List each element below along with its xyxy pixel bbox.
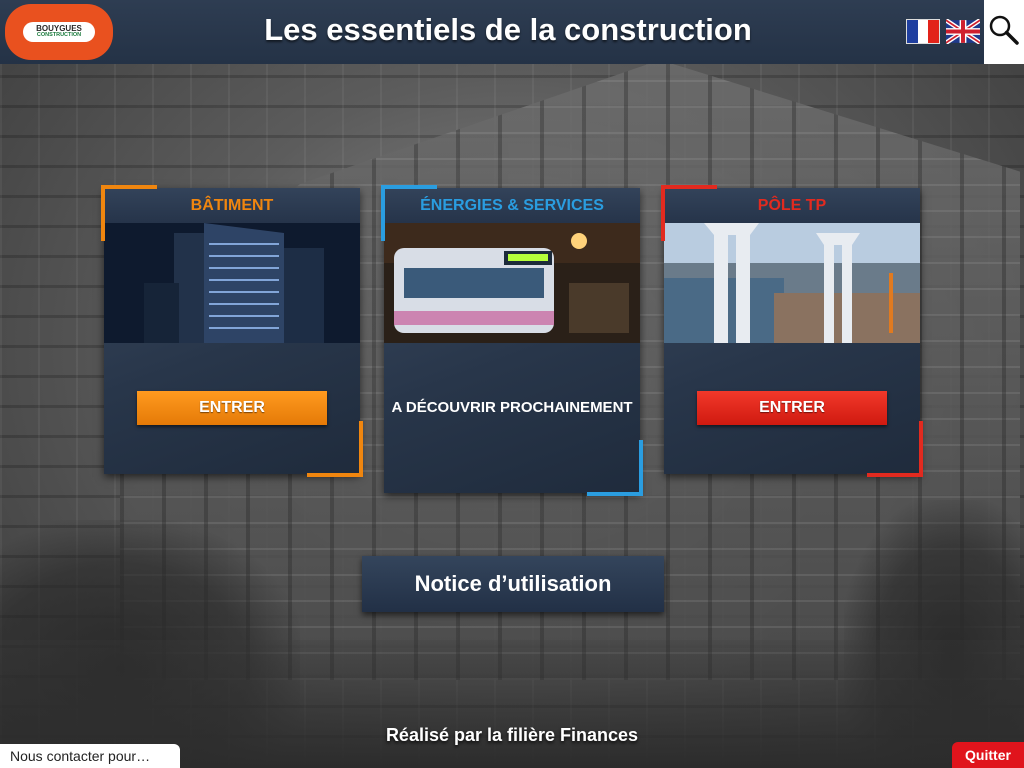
credit-text: Réalisé par la filière Finances <box>385 725 639 745</box>
contact-button[interactable]: Nous contacter pour… <box>0 744 180 768</box>
card-corner-accent <box>587 440 643 496</box>
card-energies-services: ÉNERGIES & SERVICES A DÉCOUVRIR PROCHAIN… <box>381 185 643 496</box>
card-corner-accent <box>381 185 437 241</box>
card-pole-tp: PÔLE TP ENTRER <box>661 185 923 477</box>
card-batiment: BÂTIMENT ENTRER <box>101 185 363 477</box>
flag-fr-icon[interactable] <box>906 19 940 44</box>
card-corner-accent <box>867 421 923 477</box>
quit-button[interactable]: Quitter <box>952 742 1024 768</box>
search-icon <box>989 15 1019 45</box>
coming-soon-text: A DÉCOUVRIR PROCHAINEMENT <box>391 399 633 416</box>
page-title: Les essentiels de la construction <box>264 12 752 47</box>
card-corner-accent <box>101 185 157 241</box>
card-corner-accent <box>307 421 363 477</box>
bridge-pylons-photo <box>664 223 920 343</box>
header-bar: BOUYGUES CONSTRUCTION Les essentiels de … <box>0 0 1024 64</box>
tram-night-photo <box>384 223 640 343</box>
office-tower-night-photo <box>104 223 360 343</box>
flag-uk-icon[interactable] <box>946 19 980 44</box>
card-corner-accent <box>661 185 717 241</box>
pole-tp-enter-button[interactable]: ENTRER <box>697 391 887 425</box>
search-button[interactable] <box>984 0 1024 64</box>
batiment-enter-button[interactable]: ENTRER <box>137 391 327 425</box>
notice-button[interactable]: Notice d’utilisation <box>362 556 664 612</box>
